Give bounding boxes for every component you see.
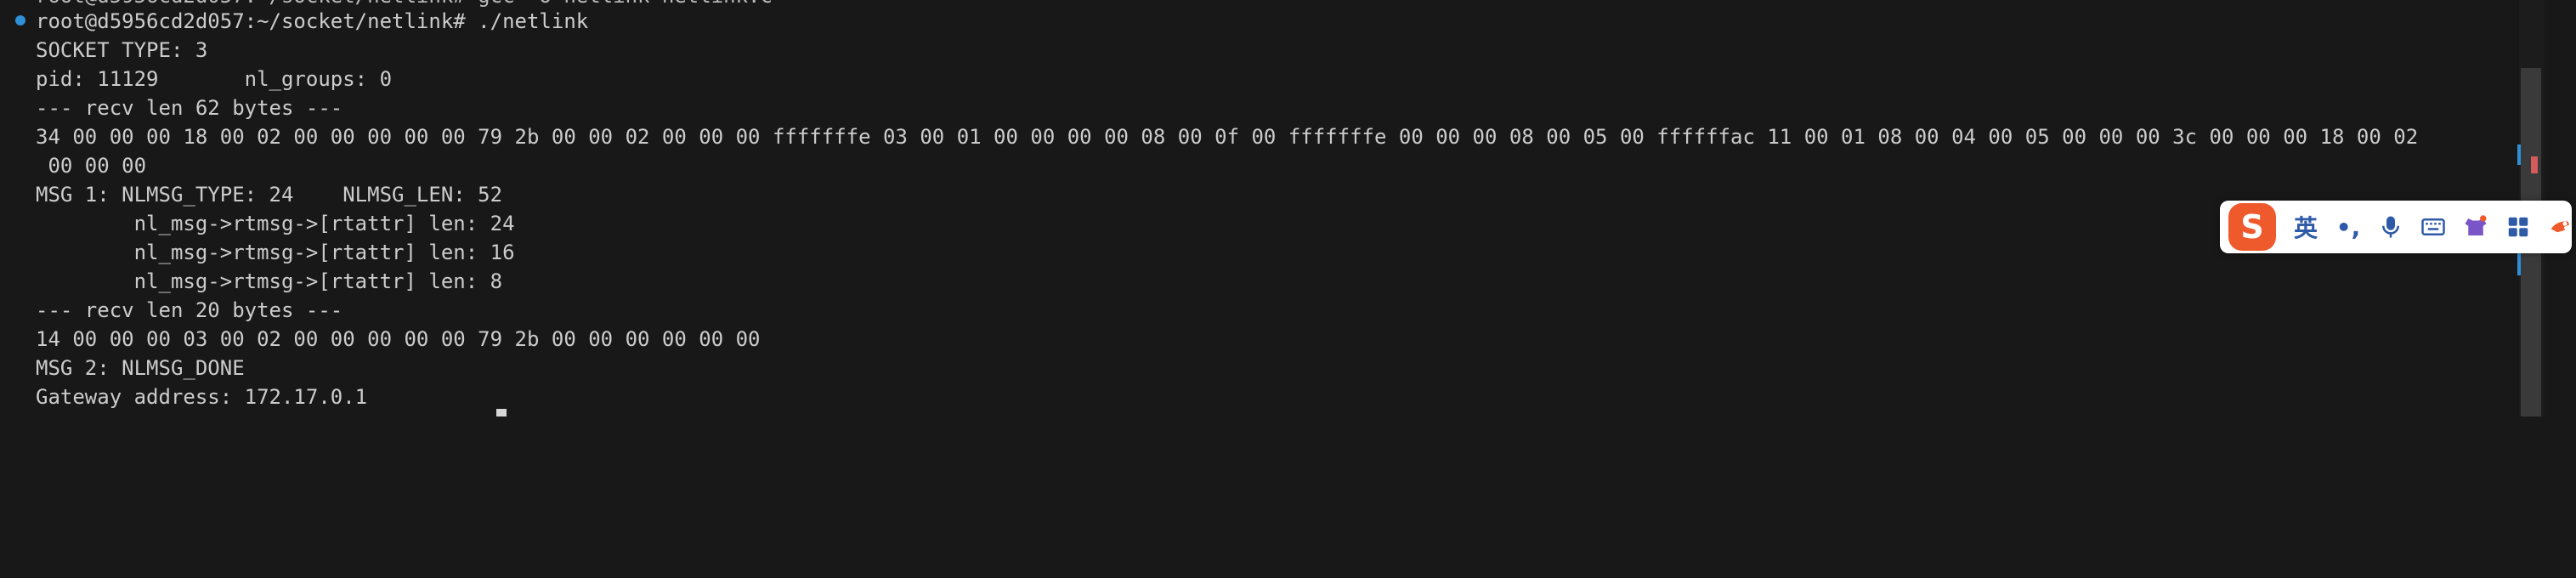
terminal-line: --- recv len 62 bytes --- xyxy=(36,96,343,120)
terminal-line: nl_msg->rtmsg->[rtattr] len: 16 xyxy=(36,241,515,264)
terminal-line: nl_msg->rtmsg->[rtattr] len: 8 xyxy=(36,269,503,293)
terminal-line: root@d5956cd2d057:~/socket/netlink# ./ne… xyxy=(36,9,589,33)
terminal-panel[interactable]: root@d5956cd2d057:~/socket/netlink# gcc … xyxy=(0,0,2516,416)
scrollbar-marker xyxy=(2517,144,2521,165)
scrollbar-error-marker xyxy=(2531,156,2538,173)
scrollbar-marker xyxy=(2517,253,2521,275)
keyboard-icon[interactable] xyxy=(2414,207,2453,246)
terminal-line: --- recv len 20 bytes --- xyxy=(36,298,343,322)
terminal-line: 34 00 00 00 18 00 02 00 00 00 00 00 79 2… xyxy=(36,125,2419,149)
terminal-line: 14 00 00 00 03 00 02 00 00 00 00 00 79 2… xyxy=(36,327,761,351)
settings-icon[interactable] xyxy=(2541,207,2576,246)
terminal-line: nl_msg->rtmsg->[rtattr] len: 24 xyxy=(36,212,515,235)
terminal-line: MSG 2: NLMSG_DONE xyxy=(36,356,245,380)
microphone-icon[interactable] xyxy=(2371,207,2410,246)
skin-icon[interactable] xyxy=(2456,207,2495,246)
ime-toolbar[interactable]: S 英 •, xyxy=(2220,201,2572,253)
terminal-line: MSG 1: NLMSG_TYPE: 24 NLMSG_LEN: 52 xyxy=(36,183,503,207)
punctuation-toggle-button[interactable]: •, xyxy=(2329,207,2368,246)
ime-logo-icon[interactable]: S xyxy=(2228,203,2276,251)
terminal-line: pid: 11129 nl_groups: 0 xyxy=(36,67,393,91)
terminal-line: SOCKET TYPE: 3 xyxy=(36,38,208,62)
terminal-line: 00 00 00 xyxy=(36,154,147,178)
terminal-line: Gateway address: 172.17.0.1 xyxy=(36,385,368,409)
terminal-cursor xyxy=(496,409,507,416)
command-status-dot-icon[interactable] xyxy=(15,15,25,26)
language-toggle-button[interactable]: 英 xyxy=(2286,207,2325,246)
apps-grid-icon[interactable] xyxy=(2499,207,2538,246)
